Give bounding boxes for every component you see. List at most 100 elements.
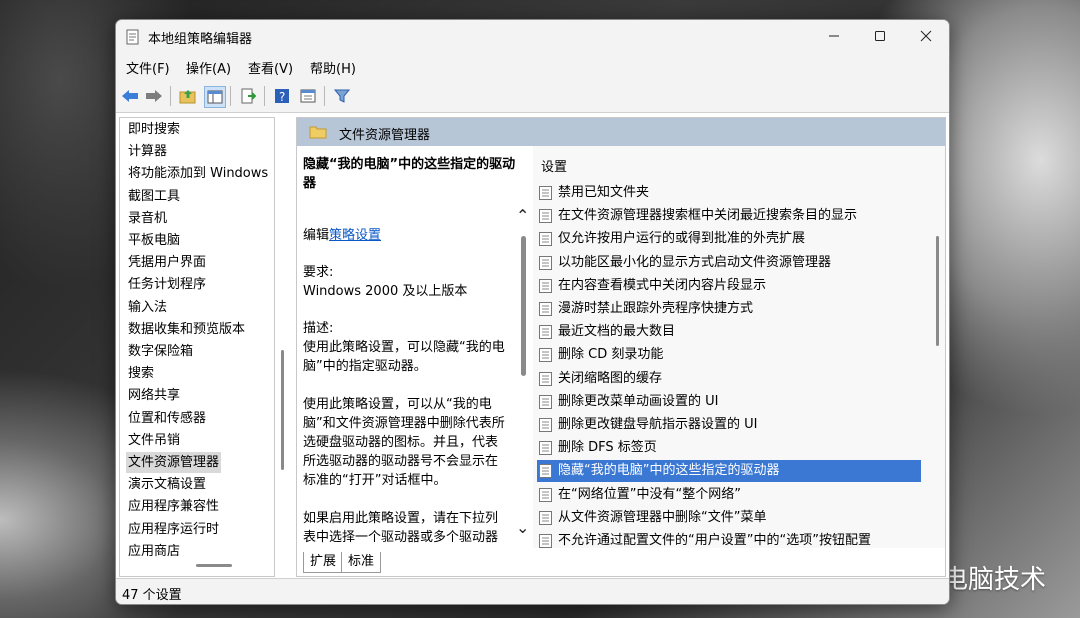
policy-setting-label: 关闭缩略图的缓存 [558,370,663,386]
policy-setting-row[interactable]: 从文件资源管理器中删除“文件”菜单 [537,507,921,529]
menu-action[interactable]: 操作(A) [186,58,231,77]
scroll-down-icon[interactable]: ⌄ [516,518,529,537]
policy-setting-row[interactable]: 不允许通过配置文件的“用户设置”中的“选项”按钮配置 [537,530,921,548]
policy-setting-icon [539,209,552,224]
description-text: 使用此策略设置，可以从“我的电 [303,397,492,412]
up-level-button[interactable] [178,86,198,106]
back-button[interactable] [120,86,140,106]
policy-setting-label: 最近文档的最大数目 [558,324,676,340]
close-button[interactable] [903,20,949,52]
minimize-button[interactable] [811,20,857,52]
policy-setting-row[interactable]: 以功能区最小化的显示方式启动文件资源管理器 [537,252,921,274]
tree-item[interactable]: 文件资源管理器 [126,452,222,473]
policy-app-icon [126,29,139,45]
details-title: 文件资源管理器 [339,128,431,143]
tree-item[interactable]: 文件吊销 [126,430,182,451]
settings-scrollbar[interactable] [936,236,939,346]
description-text: 脑”和文件资源管理器中删除代表所 [303,416,505,431]
tree-item[interactable]: 录音机 [126,208,169,229]
tree-item[interactable]: 数字保险箱 [126,341,195,362]
edit-policy-link[interactable]: 策略设置 [329,228,381,243]
edit-policy-line: 编辑策略设置 [303,226,515,245]
policy-setting-icon [539,302,552,316]
folder-up-icon [179,90,196,104]
description-text: 选硬盘驱动器的图标。并且，代表 [303,435,499,450]
forward-arrow-icon [146,90,162,102]
minimize-icon [829,35,839,37]
export-icon [241,88,256,104]
policy-setting-row[interactable]: 在内容查看模式中关闭内容片段显示 [537,275,921,297]
policy-setting-row[interactable]: 禁用已知文件夹 [537,182,921,204]
export-list-button[interactable] [238,86,258,106]
svg-text:?: ? [279,90,285,104]
policy-setting-row[interactable]: 漫游时禁止跟踪外壳程序快捷方式 [537,298,921,320]
tree-item[interactable]: 演示文稿设置 [126,474,208,495]
policy-setting-label: 删除 DFS 标签页 [558,440,657,456]
help-button[interactable]: ? [272,86,292,106]
tree-item[interactable]: 截图工具 [126,186,182,207]
tree-item[interactable]: 任务计划程序 [126,274,208,295]
policy-setting-row[interactable]: 删除 CD 刻录功能 [537,344,921,366]
properties-button[interactable] [298,86,318,106]
policy-setting-row[interactable]: 删除 DFS 标签页 [537,437,921,459]
policy-setting-label: 删除更改键盘导航指示器设置的 UI [558,417,758,432]
tree-item[interactable]: 网络共享 [126,385,182,406]
policy-setting-row[interactable]: 关闭缩略图的缓存 [537,368,921,390]
tree-item[interactable]: 搜索 [126,363,156,384]
policy-setting-row[interactable]: 删除更改键盘导航指示器设置的 UI [537,414,921,436]
description-text: 使用此策略设置，可以隐藏“我的电 [303,340,505,355]
policy-setting-row[interactable]: 在文件资源管理器搜索框中关闭最近搜索条目的显示 [537,205,921,227]
tree-item[interactable]: 输入法 [126,297,169,318]
description-text: 标准的“打开”对话框中。 [303,473,447,488]
tree-vertical-scrollbar[interactable] [281,350,284,470]
settings-column-header[interactable]: 设置 [541,156,567,175]
filter-button[interactable] [332,86,352,106]
tree-item[interactable]: 应用商店 [126,541,182,562]
details-header: 文件资源管理器 [297,118,945,146]
menu-file[interactable]: 文件(F) [126,58,170,77]
toolbar-separator [264,86,265,106]
tree-item[interactable]: 位置和传感器 [126,408,208,429]
scroll-up-icon[interactable]: ⌃ [516,206,529,225]
policy-setting-row[interactable]: 在“网络位置”中没有“整个网络” [537,484,921,506]
scroll-thumb[interactable] [521,236,526,376]
policy-setting-icon [539,255,552,270]
maximize-button[interactable] [857,20,903,52]
menu-help[interactable]: 帮助(H) [310,58,356,77]
tab-extended[interactable]: 扩展 [303,552,344,573]
tree-item[interactable]: 数据收集和预览版本 [126,319,247,340]
policy-setting-row[interactable]: 最近文档的最大数目 [537,321,921,343]
policy-setting-icon [539,394,552,409]
policy-setting-label: 漫游时禁止跟踪外壳程序快捷方式 [558,301,754,316]
forward-button[interactable] [144,86,164,106]
tree-item[interactable]: 将功能添加到 Windows [126,163,270,184]
show-hide-tree-button[interactable] [204,86,226,108]
tree-item[interactable]: 应用程序运行时 [126,519,221,540]
tree-item[interactable]: 凭据用户界面 [126,252,208,273]
policy-setting-label: 仅允许按用户运行的或得到批准的外壳扩展 [558,231,806,247]
policy-setting-row[interactable]: 仅允许按用户运行的或得到批准的外壳扩展 [537,228,921,250]
description-panel: 隐藏“我的电脑”中的这些指定的驱动器 编辑策略设置 要求: Windows 20… [297,146,515,548]
policy-setting-row[interactable]: 删除更改菜单动画设置的 UI [537,391,921,413]
toolbar-separator [170,86,171,106]
policy-setting-icon [539,325,552,340]
title-bar[interactable]: 本地组策略编辑器 [116,20,949,54]
policy-setting-icon [539,348,552,363]
tab-standard[interactable]: 标准 [341,552,382,573]
tree-item[interactable]: 计算器 [126,141,169,162]
description-scrollbar[interactable]: ⌃ ⌄ [515,146,533,548]
tree-item[interactable]: 应用程序兼容性 [126,496,221,517]
policy-setting-icon [539,232,552,247]
filter-icon [334,89,350,103]
toolbar-separator [324,86,325,106]
policy-setting-label: 从文件资源管理器中删除“文件”菜单 [558,509,767,525]
policy-setting-label: 隐藏“我的电脑”中的这些指定的驱动器 [558,463,780,479]
policy-setting-row[interactable]: 隐藏“我的电脑”中的这些指定的驱动器 [537,460,921,483]
menu-view[interactable]: 查看(V) [248,58,293,77]
tree-item[interactable]: 平板电脑 [126,230,182,251]
policy-setting-label: 禁用已知文件夹 [558,185,650,200]
description-text: 表中选择一个驱动器或多个驱动器 [303,530,499,545]
policy-setting-label: 在文件资源管理器搜索框中关闭最近搜索条目的显示 [558,208,858,224]
tree-horizontal-scrollbar[interactable] [196,564,232,567]
tree-item[interactable]: 即时搜索 [126,119,182,140]
